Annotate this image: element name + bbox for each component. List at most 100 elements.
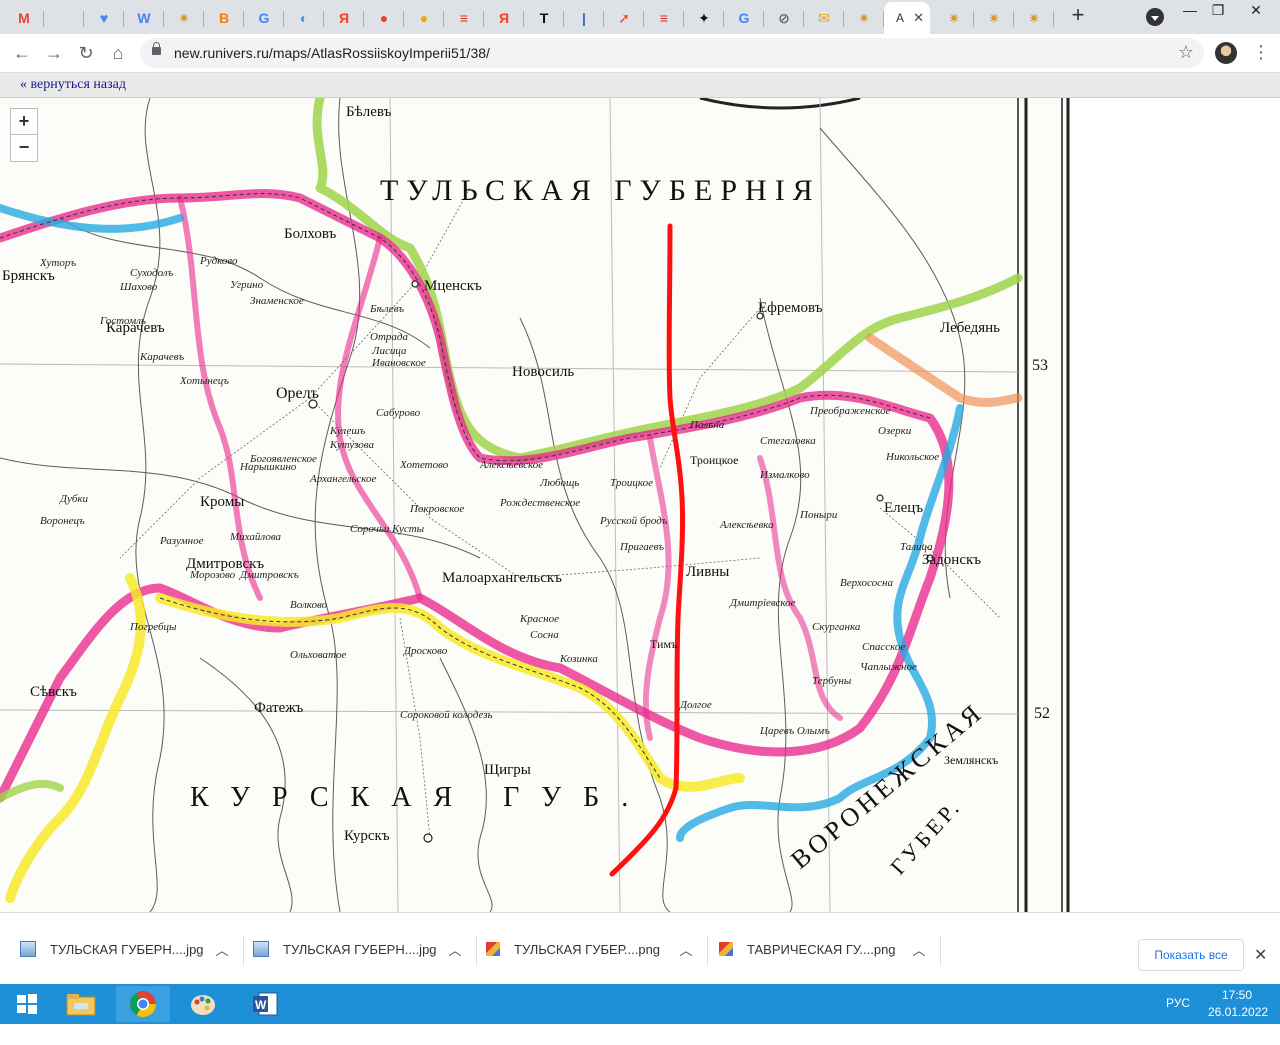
address-bar[interactable]: new.runivers.ru/maps/AtlasRossiiskoyImpe… xyxy=(140,38,1204,68)
browser-tab[interactable]: G xyxy=(244,4,284,32)
village-label: Никольское xyxy=(885,451,939,463)
browser-tab[interactable]: ✷ xyxy=(844,4,884,32)
chrome-icon[interactable] xyxy=(116,986,170,1022)
town-label: Щигры xyxy=(484,762,531,778)
village-label: Пальна xyxy=(689,419,725,431)
yandex-icon: Я xyxy=(498,10,510,26)
village-label: Талица xyxy=(900,541,933,553)
browser-tab[interactable]: ≡ xyxy=(444,4,484,32)
browser-tab[interactable]: W xyxy=(124,4,164,32)
village-label: Богоявленское xyxy=(249,453,317,465)
sheets-icon xyxy=(56,10,72,26)
map-viewer[interactable]: ТУЛЬСКАЯ ГУБЕРНІЯ КУРСКАЯ ГУБ. ВОРОНЕЖСК… xyxy=(0,98,1280,912)
back-link[interactable]: « вернуться назад xyxy=(20,77,126,93)
image-file-icon xyxy=(20,941,36,957)
keyboard-language[interactable]: РУС xyxy=(1166,996,1190,1036)
browser-tab-active[interactable]: A ✕ xyxy=(884,2,930,34)
chevron-up-icon[interactable]: ︿ xyxy=(443,940,467,959)
url-text[interactable]: new.runivers.ru/maps/AtlasRossiiskoyImpe… xyxy=(174,45,490,61)
town-label: Мценскъ xyxy=(424,278,482,294)
browser-tab[interactable]: ✷ xyxy=(974,4,1014,32)
browser-tab[interactable]: ● xyxy=(364,4,404,32)
chevron-up-icon[interactable]: ︿ xyxy=(210,940,234,959)
profile-avatar[interactable] xyxy=(1215,42,1237,64)
browser-tab[interactable]: ⊘ xyxy=(764,4,804,32)
browser-tab[interactable]: ● xyxy=(404,4,444,32)
town-label: Бѣлевъ xyxy=(346,104,392,120)
browser-tab[interactable]: ✉ xyxy=(804,4,844,32)
chevron-up-icon[interactable]: ︿ xyxy=(907,940,931,959)
paint-icon[interactable] xyxy=(176,986,230,1022)
close-tab-icon[interactable]: ✕ xyxy=(913,10,924,26)
bookmark-star-icon[interactable]: ☆ xyxy=(1178,42,1194,63)
zoom-in-button[interactable]: + xyxy=(10,108,38,136)
start-icon[interactable] xyxy=(0,986,54,1022)
browser-tab[interactable]: ✷ xyxy=(1014,4,1054,32)
word-icon[interactable]: W xyxy=(238,986,292,1022)
town-label: Болховъ xyxy=(284,226,337,242)
paint-file-icon xyxy=(486,942,500,956)
browser-tab[interactable]: Я xyxy=(484,4,524,32)
close-window-button[interactable]: ✕ xyxy=(1236,0,1276,22)
village-label: Скурганка xyxy=(812,621,861,633)
download-filename: ТУЛЬСКАЯ ГУБЕРН....jpg xyxy=(50,941,204,957)
new-tab-button[interactable]: + xyxy=(1066,4,1090,28)
download-item[interactable]: ТУЛЬСКАЯ ГУБЕРН....jpg ︿ xyxy=(253,931,477,967)
browser-tab[interactable] xyxy=(44,4,84,32)
browser-tab[interactable]: ✷ xyxy=(934,4,974,32)
lock-icon[interactable] xyxy=(152,42,161,55)
village-label: Ольховатое xyxy=(290,649,346,661)
browser-tab[interactable]: ♥ xyxy=(84,4,124,32)
location-icon: ◐ xyxy=(299,10,309,26)
explorer-icon[interactable] xyxy=(54,986,108,1022)
download-item[interactable]: ТАВРИЧЕСКАЯ ГУ....png ︿ xyxy=(719,931,941,967)
browser-tab[interactable]: ◐ xyxy=(284,4,324,32)
village-label: Сороковой колодезь xyxy=(400,709,493,721)
tab-search-button[interactable] xyxy=(1146,8,1164,26)
browser-tab[interactable]: B xyxy=(204,4,244,32)
chevron-up-icon[interactable]: ︿ xyxy=(674,940,698,959)
browser-tab[interactable]: G xyxy=(724,4,764,32)
browser-tab[interactable]: T xyxy=(524,4,564,32)
map-title-kursk: КУРСКАЯ ГУБ. xyxy=(190,782,650,813)
clock-date[interactable]: 26.01.2022 xyxy=(1208,1005,1268,1045)
village-label: Алексѣевское xyxy=(479,459,543,471)
back-arrow-icon[interactable]: ← xyxy=(10,41,34,65)
browser-tab[interactable]: M xyxy=(4,4,44,32)
town-label: Тимъ xyxy=(650,637,677,651)
village-label: Троицкое xyxy=(610,477,653,489)
browser-tab[interactable]: ➚ xyxy=(604,4,644,32)
village-label: Угрино xyxy=(230,279,264,291)
browser-tab[interactable]: ✦ xyxy=(684,4,724,32)
village-label: Рождественское xyxy=(499,497,580,509)
restore-button[interactable]: ❐ xyxy=(1198,0,1238,22)
forward-arrow-icon[interactable]: → xyxy=(42,41,66,65)
village-label: Алексѣевка xyxy=(719,519,774,531)
village-label: Чаплыжное xyxy=(860,661,917,673)
village-label: Красное xyxy=(519,613,559,625)
village-label: Хуторъ xyxy=(39,257,76,269)
browser-tab[interactable]: ✷ xyxy=(164,4,204,32)
blogger-icon: B xyxy=(218,10,230,26)
mail-icon: ✉ xyxy=(818,10,830,26)
village-label: Поныри xyxy=(799,509,838,521)
close-icon[interactable]: ✕ xyxy=(1254,945,1267,965)
t-icon: T xyxy=(539,10,549,26)
zoom-out-button[interactable]: − xyxy=(10,134,38,162)
browser-tab[interactable]: Я xyxy=(324,4,364,32)
runivers-icon: ✷ xyxy=(178,10,190,26)
download-item[interactable]: ТУЛЬСКАЯ ГУБЕРН....jpg ︿ xyxy=(20,931,244,967)
download-item[interactable]: ТУЛЬСКАЯ ГУБЕР....png ︿ xyxy=(486,931,708,967)
browser-menu-icon[interactable]: ⋮ xyxy=(1252,42,1270,64)
page-header-bar: « вернуться назад xyxy=(0,73,1280,98)
town-label: Елецъ xyxy=(884,500,923,516)
town-label: Кромы xyxy=(200,494,244,510)
downloads-shelf: ТУЛЬСКАЯ ГУБЕРН....jpg ︿ ТУЛЬСКАЯ ГУБЕРН… xyxy=(0,912,1280,985)
reload-icon[interactable]: ↻ xyxy=(74,41,98,65)
village-label: Сабурово xyxy=(376,407,421,419)
village-label: Кулешъ xyxy=(329,425,366,437)
browser-tab[interactable]: | xyxy=(564,4,604,32)
home-icon[interactable]: ⌂ xyxy=(106,41,130,65)
browser-tab[interactable]: ≡ xyxy=(644,4,684,32)
show-all-downloads-button[interactable]: Показать все xyxy=(1138,939,1244,971)
